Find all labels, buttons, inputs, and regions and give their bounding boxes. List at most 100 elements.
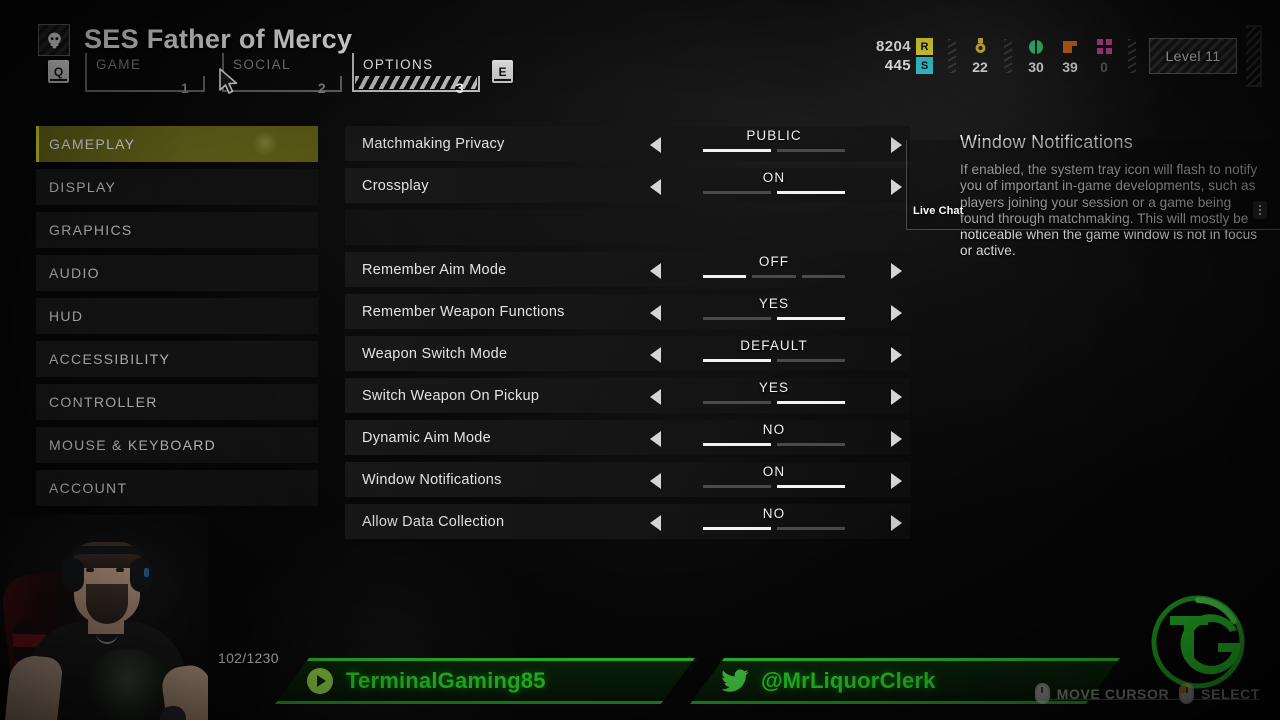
setting-label: Switch Weapon On Pickup: [362, 387, 540, 404]
settings-row[interactable]: Window Notifications ON: [345, 462, 910, 497]
tab-game-number: 1: [180, 80, 190, 96]
segment: [703, 401, 771, 404]
settings-row[interactable]: Allow Data Collection NO: [345, 504, 910, 539]
increment-arrow-icon[interactable]: [891, 515, 902, 531]
green-samples-value: 30: [1028, 58, 1044, 75]
live-chat-label: Live Chat: [913, 205, 964, 217]
headset-cup-left: [62, 558, 84, 592]
setting-segment-bar: [703, 359, 845, 362]
setting-value: DEFAULT: [740, 338, 808, 353]
settings-row[interactable]: Crossplay ON: [345, 168, 910, 203]
settings-row[interactable]: Remember Weapon Functions YES: [345, 294, 910, 329]
tab-options[interactable]: OPTIONS 3: [352, 53, 480, 96]
setting-label: Allow Data Collection: [362, 513, 505, 530]
setting-segment-bar: [703, 275, 845, 278]
decrement-arrow-icon[interactable]: [650, 137, 661, 153]
hint-move-cursor: MOVE CURSOR: [1034, 683, 1169, 704]
more-vertical-icon[interactable]: [1253, 201, 1267, 219]
sidebar-item-controller[interactable]: CONTROLLER: [36, 384, 318, 420]
sidebar-label: GAMEPLAY: [49, 136, 136, 152]
mouse-cursor: [219, 68, 238, 94]
sidebar-item-mouse-keyboard[interactable]: MOUSE & KEYBOARD: [36, 427, 318, 463]
decrement-arrow-icon[interactable]: [650, 305, 661, 321]
segment: [752, 275, 796, 278]
shirt-graphic: [88, 650, 166, 720]
decrement-arrow-icon[interactable]: [650, 431, 661, 447]
settings-row[interactable]: Switch Weapon On Pickup YES: [345, 378, 910, 413]
divider: [1128, 39, 1136, 73]
tab-options-number: 3: [455, 80, 465, 96]
tg-logo: [1144, 588, 1252, 696]
sidebar-label: ACCESSIBILITY: [49, 351, 171, 367]
hint-select: SELECT: [1179, 683, 1260, 704]
sidebar-item-display[interactable]: DISPLAY: [36, 169, 318, 205]
top-header-bar: SES Father of Mercy Q E GAME 1 SOCIAL 2 …: [0, 0, 1280, 105]
medals-counter: 22: [963, 38, 997, 75]
sidebar-item-hud[interactable]: HUD: [36, 298, 318, 334]
setting-value-group: ON: [703, 459, 845, 488]
common-sample-row: 445 S: [885, 57, 933, 74]
segment: [777, 443, 845, 446]
decrement-arrow-icon[interactable]: [650, 473, 661, 489]
segment: [777, 317, 845, 320]
increment-arrow-icon[interactable]: [891, 137, 902, 153]
settings-row[interactable]: Remember Aim Mode OFF: [345, 252, 910, 287]
sidebar-item-account[interactable]: ACCOUNT: [36, 470, 318, 506]
sidebar-item-graphics[interactable]: GRAPHICS: [36, 212, 318, 248]
setting-label: Crossplay: [362, 177, 429, 194]
segment: [703, 275, 747, 278]
ammo-counter: 102/1230: [218, 650, 279, 666]
common-sample-value: 445: [884, 57, 911, 74]
sidebar-item-audio[interactable]: AUDIO: [36, 255, 318, 291]
setting-label: Remember Weapon Functions: [362, 303, 565, 320]
increment-arrow-icon[interactable]: [891, 347, 902, 363]
control-hints: MOVE CURSOR SELECT: [1034, 683, 1260, 704]
live-chat-overlay[interactable]: Live Chat: [906, 140, 1280, 230]
setting-value: OFF: [758, 254, 790, 269]
segment: [703, 191, 771, 194]
decrement-arrow-icon[interactable]: [650, 179, 661, 195]
key-hint-e: E: [492, 60, 513, 83]
increment-arrow-icon[interactable]: [891, 431, 902, 447]
webcam-feed: [0, 515, 208, 720]
decrement-arrow-icon[interactable]: [650, 263, 661, 279]
segment: [703, 443, 771, 446]
setting-value-group: YES: [703, 375, 845, 404]
resource-counters: 8204 R 445 S 22 30 39 0 Level 11: [876, 25, 1262, 87]
increment-arrow-icon[interactable]: [891, 389, 902, 405]
segment: [777, 485, 845, 488]
tab-game[interactable]: GAME 1: [85, 53, 205, 96]
settings-row[interactable]: Matchmaking Privacy PUBLIC: [345, 126, 910, 161]
requisition-row: 8204 R: [876, 38, 933, 55]
increment-arrow-icon[interactable]: [891, 263, 902, 279]
setting-value-group: NO: [703, 417, 845, 446]
sidebar-item-accessibility[interactable]: ACCESSIBILITY: [36, 341, 318, 377]
sample-orange-icon: [1062, 38, 1078, 56]
settings-row[interactable]: Dynamic Aim Mode NO: [345, 420, 910, 455]
increment-arrow-icon[interactable]: [891, 179, 902, 195]
setting-value-group: ON: [703, 165, 845, 194]
setting-label: Remember Aim Mode: [362, 261, 507, 278]
segment: [703, 359, 771, 362]
decrement-arrow-icon[interactable]: [650, 347, 661, 363]
streamer-eye-left: [86, 568, 94, 572]
decrement-arrow-icon[interactable]: [650, 515, 661, 531]
divider: [1034, 699, 1260, 700]
segment: [777, 191, 845, 194]
streamer-beard: [86, 584, 128, 624]
setting-segment-bar: [703, 191, 845, 194]
requisition-value: 8204: [876, 38, 911, 55]
sidebar-label: HUD: [49, 308, 84, 324]
settings-row[interactable]: Weapon Switch Mode DEFAULT: [345, 336, 910, 371]
decrement-arrow-icon[interactable]: [650, 389, 661, 405]
segment: [777, 359, 845, 362]
increment-arrow-icon[interactable]: [891, 473, 902, 489]
pink-samples-value: 0: [1100, 58, 1108, 75]
setting-label: Dynamic Aim Mode: [362, 429, 491, 446]
tab-social[interactable]: SOCIAL 2: [222, 53, 342, 96]
tab-frame-right: [329, 76, 342, 92]
tab-social-number: 2: [317, 80, 327, 96]
setting-segment-bar: [703, 443, 845, 446]
sidebar-item-gameplay[interactable]: GAMEPLAY: [36, 126, 318, 162]
increment-arrow-icon[interactable]: [891, 305, 902, 321]
